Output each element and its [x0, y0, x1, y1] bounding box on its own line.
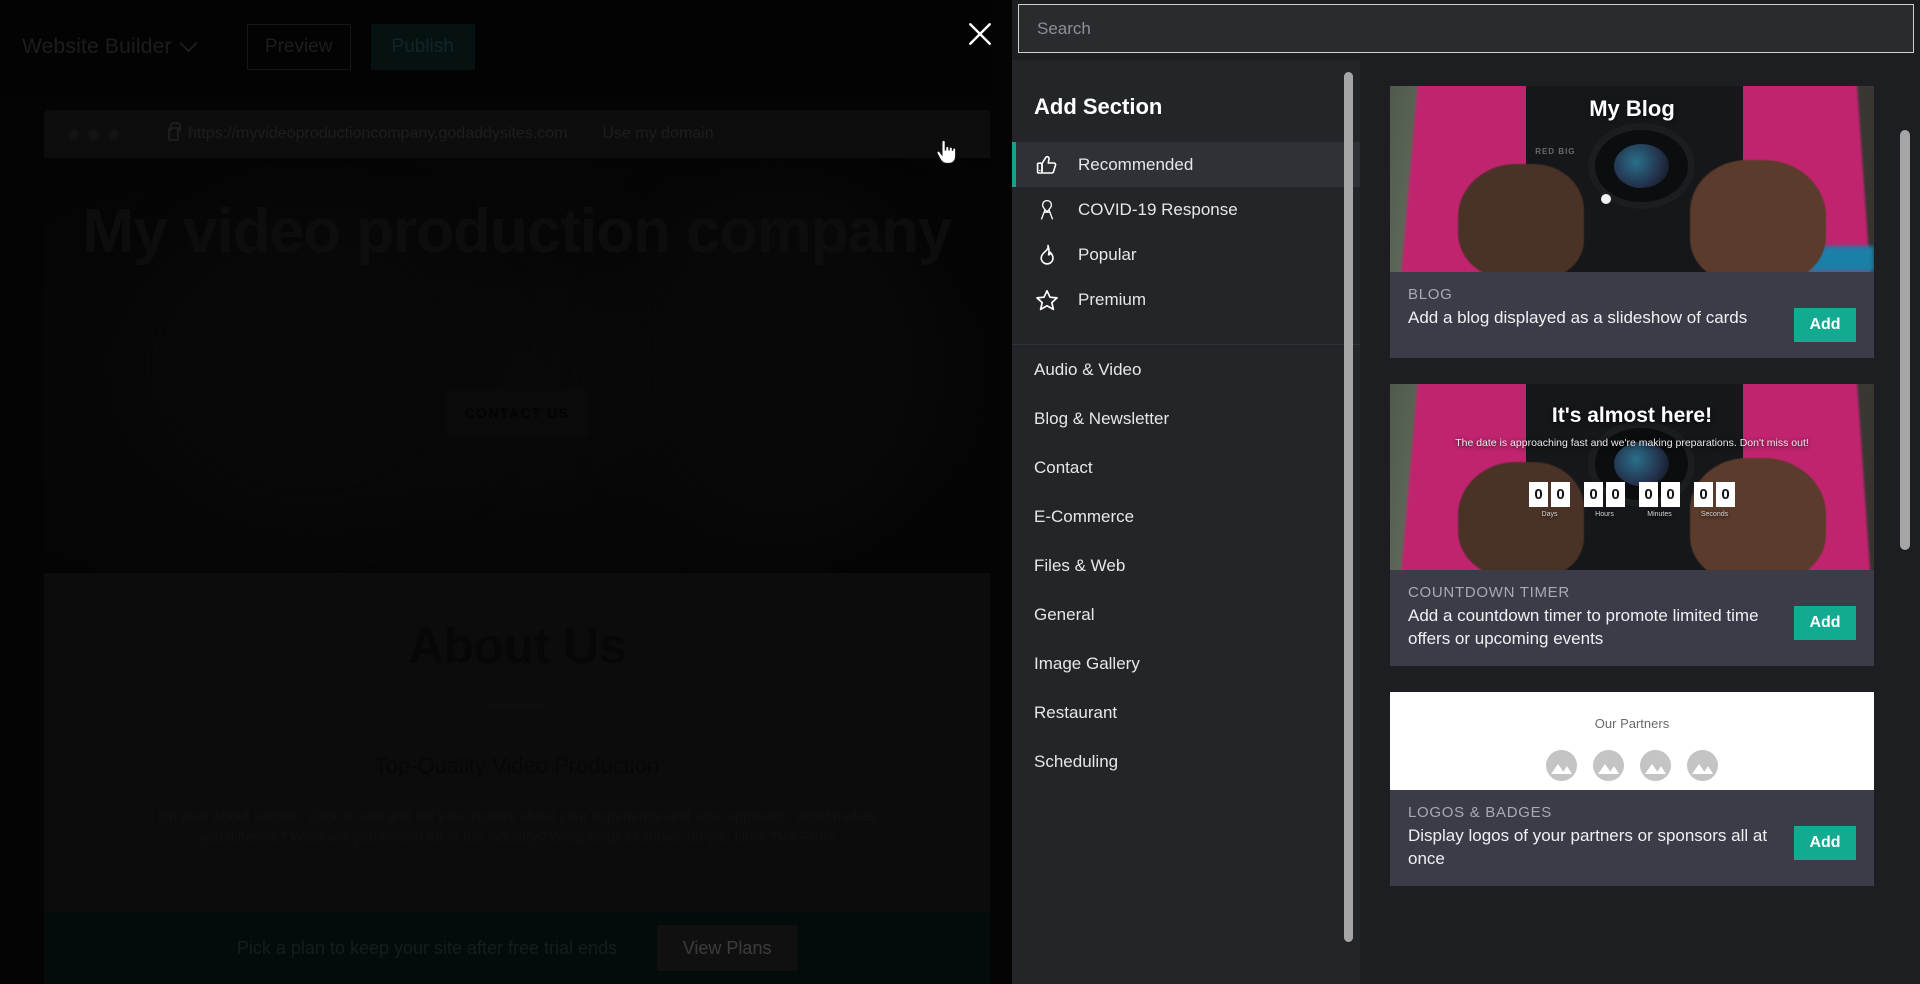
countdown-digit: 0: [1716, 482, 1735, 507]
countdown-preview: It's almost here! The date is approachin…: [1390, 384, 1874, 570]
sidebar-category-e-commerce[interactable]: E-Commerce: [1012, 492, 1360, 541]
sidebar-filter-label: COVID-19 Response: [1078, 199, 1238, 219]
ribbon-icon: [1034, 197, 1060, 223]
sidebar-category-blog-newsletter[interactable]: Blog & Newsletter: [1012, 394, 1360, 443]
section-card-description: Add a blog displayed as a slideshow of c…: [1408, 308, 1748, 327]
sidebar-category-files-web[interactable]: Files & Web: [1012, 541, 1360, 590]
section-card-kicker: COUNTDOWN TIMER: [1408, 584, 1570, 601]
section-cards-list: RED BIG My Blog BLOG Add a blog displaye…: [1360, 60, 1920, 984]
sidebar-category-general[interactable]: General: [1012, 590, 1360, 639]
sidebar-category-restaurant[interactable]: Restaurant: [1012, 688, 1360, 737]
countdown-unit-label: Minutes: [1647, 511, 1672, 518]
countdown-unit-hours: 0 0 Hours: [1584, 482, 1625, 518]
panel-title: Add Section: [1034, 94, 1163, 119]
sidebar-scrollbar[interactable]: [1336, 72, 1360, 984]
section-card-countdown-timer[interactable]: It's almost here! The date is approachin…: [1390, 384, 1874, 667]
sidebar-filter-popular[interactable]: Popular: [1012, 232, 1360, 277]
countdown-unit-label: Days: [1541, 511, 1558, 518]
countdown-digit: 0: [1529, 482, 1548, 507]
sidebar-filter-label: Popular: [1078, 244, 1137, 264]
countdown-digit: 0: [1639, 482, 1658, 507]
flame-icon: [1034, 242, 1060, 268]
close-panel-button[interactable]: [958, 12, 1002, 56]
image-placeholder-icon: [1687, 750, 1718, 782]
section-card-blog[interactable]: RED BIG My Blog BLOG Add a blog displaye…: [1390, 86, 1874, 358]
countdown-unit-days: 0 0 Days: [1529, 482, 1570, 518]
section-card-description: Display logos of your partners or sponso…: [1408, 826, 1768, 868]
thumbs-up-icon: [1034, 152, 1060, 178]
preview-title: My Blog: [1589, 96, 1675, 121]
countdown-unit-minutes: 0 0 Minutes: [1639, 482, 1680, 518]
section-card-preview: Our Partners: [1390, 692, 1874, 791]
sidebar-category-contact[interactable]: Contact: [1012, 443, 1360, 492]
countdown-digit: 0: [1694, 482, 1713, 507]
section-card-preview: It's almost here! The date is approachin…: [1390, 384, 1874, 570]
add-section-button[interactable]: Add: [1794, 826, 1856, 861]
add-section-panel: Add Section Recommended: [1012, 0, 1920, 984]
preview-title: It's almost here!: [1551, 404, 1713, 427]
countdown-digit: 0: [1584, 482, 1603, 507]
sidebar-filter-recommended[interactable]: Recommended: [1012, 142, 1360, 187]
sidebar-filter-premium[interactable]: Premium: [1012, 277, 1360, 322]
countdown-digit: 0: [1661, 482, 1680, 507]
image-placeholder-icon: [1546, 750, 1577, 782]
screen: Website Builder Preview Publish https://…: [0, 0, 1920, 984]
search-box[interactable]: [1018, 4, 1914, 53]
cards-scrollbar[interactable]: [1894, 68, 1916, 976]
search-input[interactable]: [1037, 18, 1895, 39]
section-card-kicker: BLOG: [1408, 286, 1453, 303]
countdown-unit-label: Seconds: [1700, 511, 1729, 518]
add-section-button[interactable]: Add: [1794, 308, 1856, 342]
add-section-button[interactable]: Add: [1794, 606, 1856, 640]
countdown-unit-seconds: 0 0 Seconds: [1694, 482, 1735, 518]
sidebar-category-audio-video[interactable]: Audio & Video: [1012, 345, 1360, 394]
star-icon: [1034, 287, 1060, 313]
sidebar-filter-label: Recommended: [1078, 154, 1194, 174]
sidebar-scrollbar-thumb[interactable]: [1344, 72, 1353, 942]
sidebar-category-scheduling[interactable]: Scheduling: [1012, 737, 1360, 786]
countdown-unit-label: Hours: [1595, 511, 1614, 518]
cards-scrollbar-thumb[interactable]: [1900, 130, 1910, 550]
partners-preview: Our Partners: [1390, 692, 1874, 791]
sidebar-filter-label: Premium: [1078, 289, 1147, 309]
preview-title: Our Partners: [1594, 716, 1670, 732]
search-area: [1012, 0, 1920, 60]
sidebar-category-image-gallery[interactable]: Image Gallery: [1012, 639, 1360, 688]
panel-body: Add Section Recommended COVID-19 Respons…: [1012, 60, 1920, 984]
close-icon: [969, 23, 991, 45]
panel-sidebar: Add Section Recommended COVID-19 Respons…: [1012, 60, 1360, 984]
countdown-digit: 0: [1551, 482, 1570, 507]
image-placeholder-icon: [1593, 750, 1624, 782]
countdown-digit: 0: [1606, 482, 1625, 507]
sidebar-filter-covid-19-response[interactable]: COVID-19 Response: [1012, 187, 1360, 232]
section-card-logos-badges[interactable]: Our Partners LOGOS & BADGES Display logo…: [1390, 692, 1874, 887]
section-card-description: Add a countdown timer to promote limited…: [1408, 606, 1759, 648]
section-card-preview: RED BIG My Blog: [1390, 86, 1874, 272]
preview-subtitle: The date is approaching fast and we're m…: [1455, 437, 1809, 449]
section-card-kicker: LOGOS & BADGES: [1408, 804, 1553, 822]
image-placeholder-icon: [1640, 750, 1671, 782]
